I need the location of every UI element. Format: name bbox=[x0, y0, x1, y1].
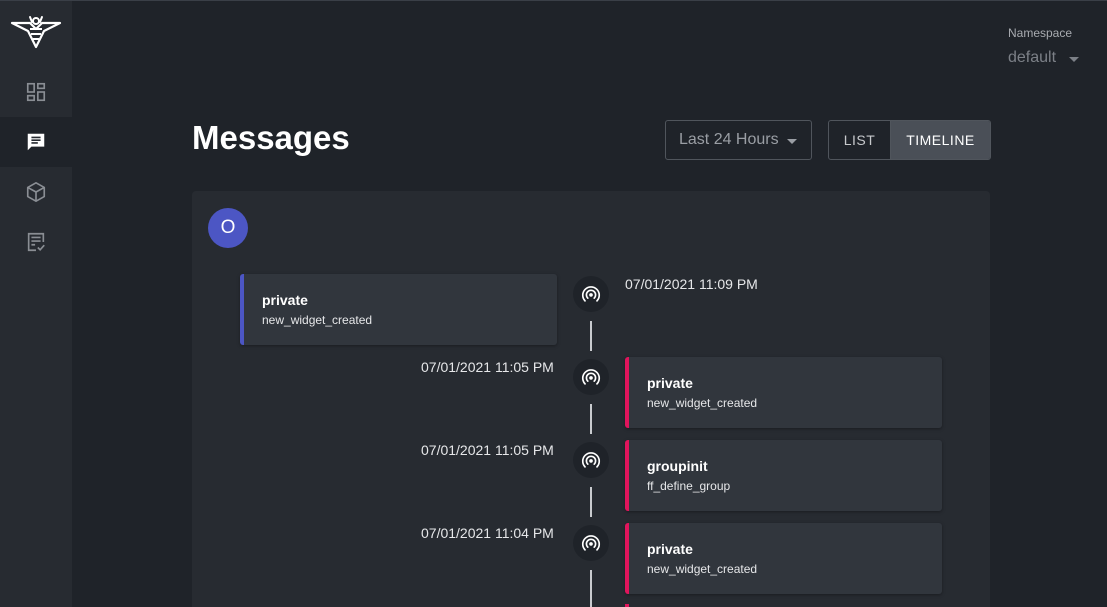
list-check-icon bbox=[27, 232, 45, 252]
timeline-connector bbox=[590, 404, 592, 434]
chevron-down-icon bbox=[1069, 57, 1079, 62]
sidebar-item-transactions[interactable] bbox=[0, 217, 72, 267]
timeline-dot bbox=[573, 359, 609, 395]
message-timestamp: 07/01/2021 11:05 PM bbox=[421, 359, 554, 375]
list-view-button[interactable]: LIST bbox=[829, 121, 891, 159]
broadcast-icon bbox=[581, 535, 601, 551]
message-card[interactable]: groupinit ff_define_group bbox=[625, 440, 942, 511]
message-topic: groupinit bbox=[647, 458, 708, 474]
namespace-select[interactable]: default bbox=[1008, 48, 1083, 68]
timeline-dot bbox=[573, 525, 609, 561]
sidebar-item-messages[interactable] bbox=[0, 117, 72, 167]
namespace-value: default bbox=[1008, 49, 1057, 66]
sidebar bbox=[0, 1, 72, 607]
sidebar-item-data[interactable] bbox=[0, 167, 72, 217]
broadcast-icon bbox=[581, 286, 601, 302]
message-card[interactable]: private new_widget_created bbox=[625, 357, 942, 428]
broadcast-icon bbox=[581, 452, 601, 468]
message-timestamp: 07/01/2021 11:04 PM bbox=[421, 525, 554, 541]
namespace-label: Namespace bbox=[1008, 26, 1073, 40]
message-timestamp: 07/01/2021 11:05 PM bbox=[421, 442, 554, 458]
message-tag: new_widget_created bbox=[647, 396, 758, 410]
messages-icon bbox=[27, 133, 45, 151]
timeline-connector bbox=[590, 570, 592, 607]
message-card[interactable]: private new_widget_created bbox=[625, 523, 942, 594]
broadcast-icon bbox=[581, 369, 601, 385]
timeline-view-button[interactable]: TIMELINE bbox=[891, 121, 990, 159]
timeline-connector bbox=[590, 487, 592, 517]
timeline-dot bbox=[573, 442, 609, 478]
sidebar-item-dashboard[interactable] bbox=[0, 67, 72, 117]
message-topic: private bbox=[262, 292, 308, 308]
timeline-connector bbox=[590, 321, 592, 351]
message-topic: private bbox=[647, 541, 693, 557]
message-topic: private bbox=[647, 375, 693, 391]
timeline-dot bbox=[573, 276, 609, 312]
dashboard-icon bbox=[26, 82, 46, 102]
message-timestamp: 07/01/2021 11:09 PM bbox=[625, 276, 758, 292]
time-filter-select[interactable]: Last 24 Hours bbox=[665, 120, 812, 160]
message-card[interactable]: private new_widget_created bbox=[240, 274, 557, 345]
message-tag: ff_define_group bbox=[647, 479, 731, 493]
message-tag: new_widget_created bbox=[262, 313, 373, 327]
message-tag: new_widget_created bbox=[647, 562, 758, 576]
cube-icon bbox=[26, 182, 46, 202]
chevron-down-icon bbox=[787, 139, 797, 144]
bee-logo-icon[interactable] bbox=[10, 13, 62, 49]
avatar[interactable]: O bbox=[208, 208, 248, 248]
view-toggle: LIST TIMELINE bbox=[828, 120, 991, 160]
time-filter-value: Last 24 Hours bbox=[679, 131, 779, 148]
page-title: Messages bbox=[192, 119, 350, 156]
